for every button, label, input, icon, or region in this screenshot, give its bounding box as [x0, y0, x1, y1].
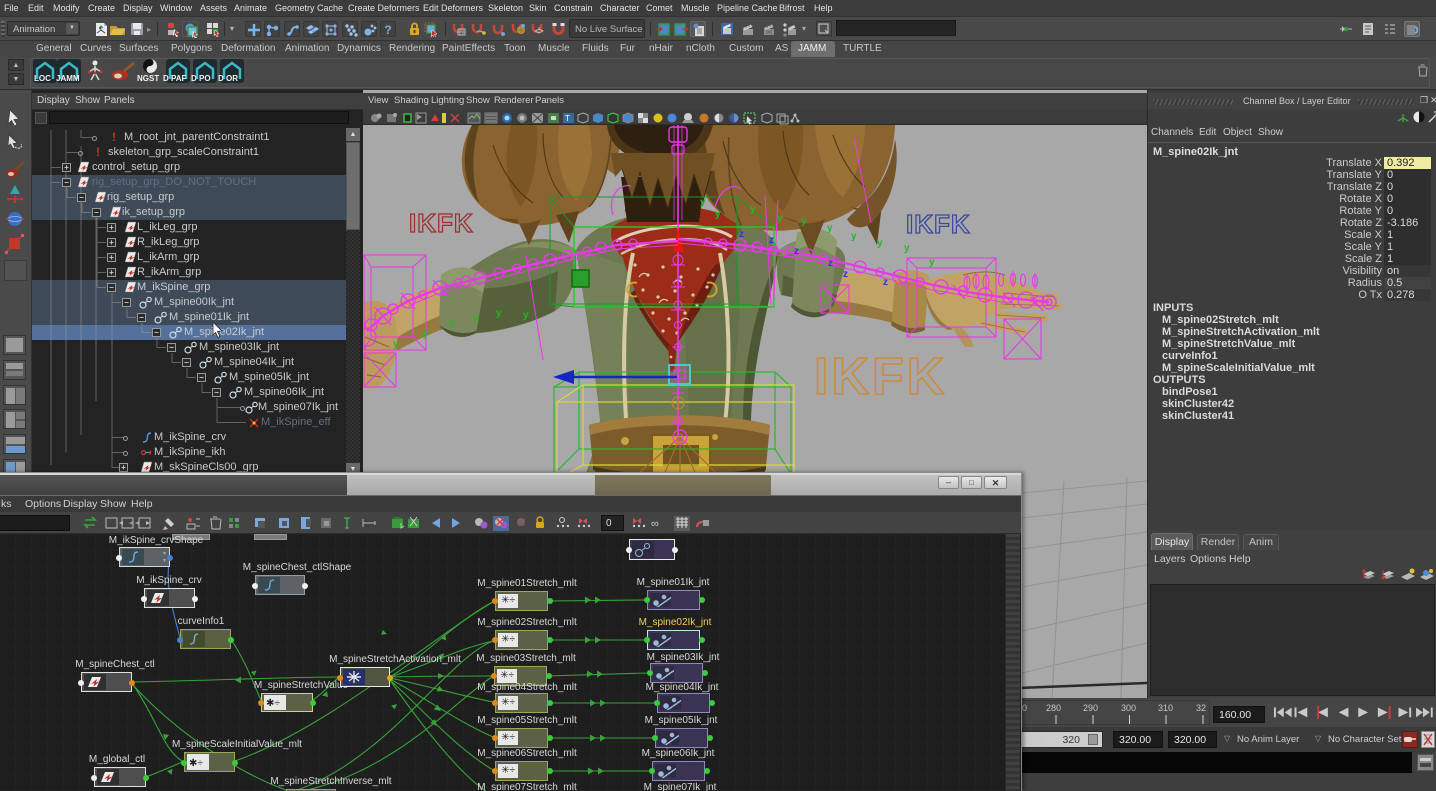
svg-text:y: y — [801, 216, 807, 227]
svg-text:y: y — [851, 231, 857, 242]
svg-text:IKFK: IKFK — [409, 208, 474, 238]
svg-text:z: z — [828, 258, 833, 269]
svg-text:y: y — [904, 243, 910, 254]
svg-text:y: y — [473, 313, 479, 324]
svg-text:z: z — [843, 269, 848, 280]
svg-text:y: y — [523, 310, 529, 321]
svg-text:✱÷: ✱÷ — [189, 758, 203, 769]
svg-text:y: y — [877, 238, 883, 249]
svg-text:y: y — [496, 308, 502, 319]
svg-text:IKFK: IKFK — [814, 348, 947, 406]
svg-text:y: y — [750, 204, 756, 215]
svg-text:z: z — [883, 277, 888, 288]
svg-text:T: T — [565, 114, 570, 123]
svg-text:z: z — [739, 229, 744, 240]
svg-text:y: y — [929, 257, 935, 268]
svg-text:✱÷: ✱÷ — [266, 698, 280, 709]
svg-text:IKFK: IKFK — [906, 209, 971, 239]
svg-text:y: y — [605, 302, 611, 313]
svg-text:y: y — [777, 213, 783, 224]
svg-text:z: z — [794, 246, 799, 257]
svg-text:y: y — [449, 318, 455, 329]
svg-text:y: y — [393, 339, 399, 350]
svg-text:y: y — [700, 197, 706, 208]
svg-text:y: y — [423, 329, 429, 340]
svg-text:y: y — [715, 209, 721, 220]
svg-text:∞: ∞ — [651, 518, 659, 530]
svg-text:z: z — [769, 235, 774, 246]
svg-text:y: y — [827, 223, 833, 234]
